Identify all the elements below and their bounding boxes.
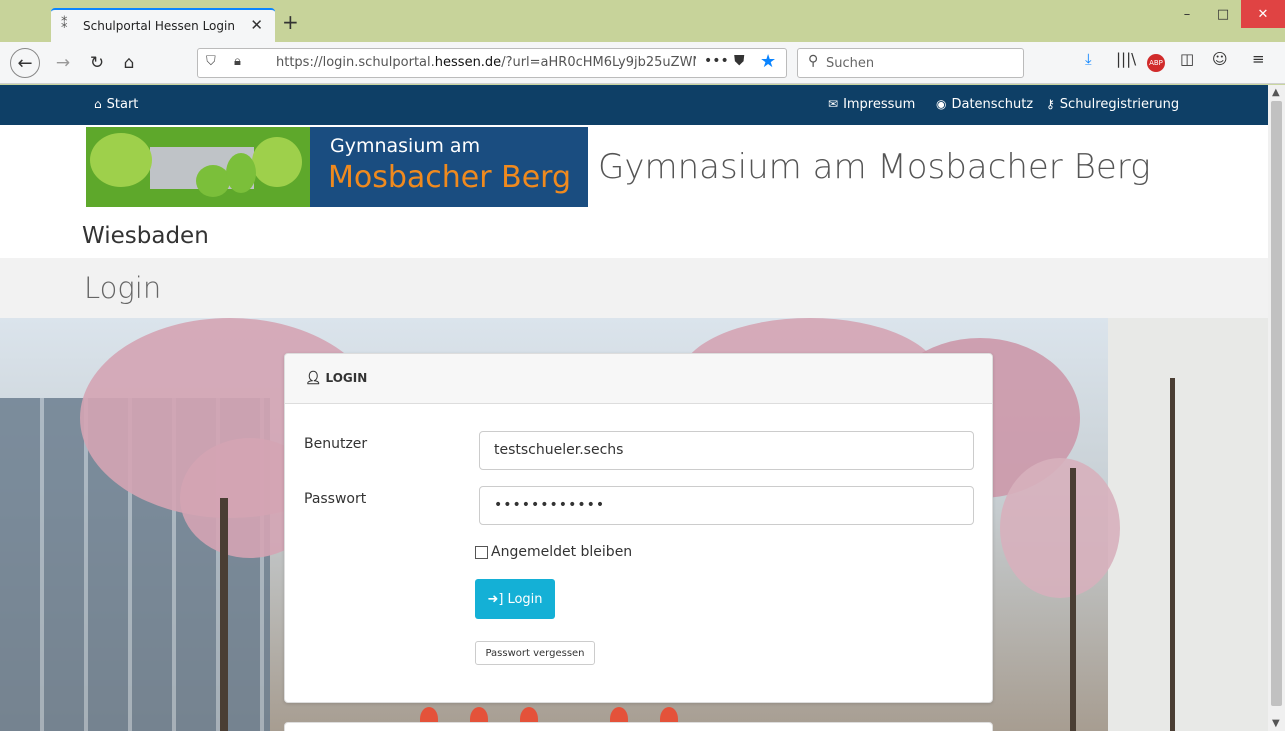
nav-start-link[interactable]: ⌂ Start xyxy=(94,97,138,112)
maximize-button[interactable]: □ xyxy=(1205,0,1241,28)
url-text[interactable]: https://login.schulportal.hessen.de/?url… xyxy=(276,55,696,70)
password-label: Passwort xyxy=(304,491,367,507)
remember-me-checkbox[interactable] xyxy=(475,545,488,559)
nav-schulregistrierung-link[interactable]: ⚷ Schulregistrierung xyxy=(1046,97,1179,112)
tab-close-icon[interactable]: ✕ xyxy=(250,16,263,34)
adblock-icon[interactable]: ABP xyxy=(1147,54,1165,72)
remember-me-row[interactable]: Angemeldet bleiben xyxy=(475,544,632,560)
reload-icon[interactable]: ↻ xyxy=(84,50,110,76)
school-name: Gymnasium am Mosbacher Berg xyxy=(598,147,1151,187)
site-navbar: ⌂ Start ✉ Impressum ◉ Datenschutz ⚷ Schulreg… xyxy=(0,85,1268,125)
remember-me-label[interactable]: Angemeldet bleiben xyxy=(491,544,632,560)
password-input[interactable]: •••••••••••• xyxy=(479,486,974,525)
favicon-icon: ⁑ xyxy=(61,17,68,32)
tracking-shield-icon[interactable]: ⛉ xyxy=(206,54,216,69)
logo-text-line2: Mosbacher Berg xyxy=(328,160,572,195)
lock-icon[interactable]: 🔒︎ xyxy=(234,54,241,69)
nav-datenschutz-link[interactable]: ◉ Datenschutz xyxy=(936,97,1033,112)
browser-toolbar: ← → ↻ ⌂ ⛉ 🔒︎ https://login.schulportal.h… xyxy=(0,42,1285,84)
logo-text-line1: Gymnasium am xyxy=(330,135,481,157)
key-icon: ⚷ xyxy=(1046,97,1055,111)
sign-in-icon: ➜] xyxy=(487,591,504,607)
school-logo[interactable]: Gymnasium am Mosbacher Berg xyxy=(86,127,588,207)
search-icon: ⚲ xyxy=(808,53,819,69)
tab-title: Schulportal Hessen Login xyxy=(83,19,235,33)
window-close-button[interactable]: ✕ xyxy=(1241,0,1285,28)
new-tab-button[interactable]: + xyxy=(282,10,299,34)
search-placeholder[interactable]: Suchen xyxy=(826,56,874,71)
browser-tab[interactable]: ⁑ Schulportal Hessen Login ✕ xyxy=(51,8,275,42)
back-arrow-icon[interactable]: ← xyxy=(10,48,40,78)
window-controls: – □ ✕ xyxy=(1169,0,1285,30)
username-label: Benutzer xyxy=(304,436,368,452)
login-card-heading: LOGIN xyxy=(325,371,368,385)
page-title-band: Login xyxy=(0,258,1268,318)
page-actions-icon[interactable]: ••• xyxy=(704,53,729,69)
page-title: Login xyxy=(84,271,162,305)
sidebar-icon[interactable]: ◫ xyxy=(1180,50,1194,68)
envelope-icon: ✉ xyxy=(828,97,839,111)
minimize-button[interactable]: – xyxy=(1169,0,1205,28)
download-icon[interactable]: ⤓ xyxy=(1085,50,1092,68)
scroll-down-icon[interactable]: ▼ xyxy=(1272,718,1280,729)
address-bar[interactable]: ⛉ 🔒︎ https://login.schulportal.hessen.de… xyxy=(197,48,787,78)
login-card-header: 👤︎ LOGIN xyxy=(285,354,992,404)
eye-icon: ◉ xyxy=(936,97,947,111)
bookmark-star-icon[interactable]: ★ xyxy=(760,51,776,72)
scroll-up-icon[interactable]: ▲ xyxy=(1272,87,1280,98)
scroll-thumb[interactable] xyxy=(1271,101,1282,706)
home-icon: ⌂ xyxy=(94,97,102,111)
account-icon[interactable]: ☺ xyxy=(1212,50,1228,68)
secondary-card xyxy=(284,722,993,731)
browser-titlebar: ⁑ Schulportal Hessen Login ✕ + – □ ✕ xyxy=(0,0,1285,42)
pocket-icon[interactable]: ⛊ xyxy=(734,53,745,69)
nav-impressum-link[interactable]: ✉ Impressum xyxy=(828,97,915,112)
search-bar[interactable]: ⚲ Suchen xyxy=(797,48,1024,78)
page-viewport: ⌂ Start ✉ Impressum ◉ Datenschutz ⚷ Schulreg… xyxy=(0,85,1268,731)
logo-illustration xyxy=(86,127,310,207)
library-icon[interactable]: |||\ xyxy=(1116,50,1136,68)
menu-icon[interactable]: ≡ xyxy=(1252,50,1265,68)
login-button[interactable]: ➜] Login xyxy=(475,579,555,619)
username-input[interactable]: testschueler.sechs xyxy=(479,431,974,470)
page-scrollbar[interactable]: ▲ ▼ xyxy=(1268,85,1285,731)
forward-arrow-icon[interactable]: → xyxy=(50,50,76,76)
school-city: Wiesbaden xyxy=(82,223,209,249)
login-card: 👤︎ LOGIN Benutzer testschueler.sechs Pass… xyxy=(284,353,993,703)
home-icon[interactable]: ⌂ xyxy=(116,50,142,76)
forgot-password-button[interactable]: Passwort vergessen xyxy=(475,641,595,665)
user-icon: 👤︎ xyxy=(305,371,322,386)
